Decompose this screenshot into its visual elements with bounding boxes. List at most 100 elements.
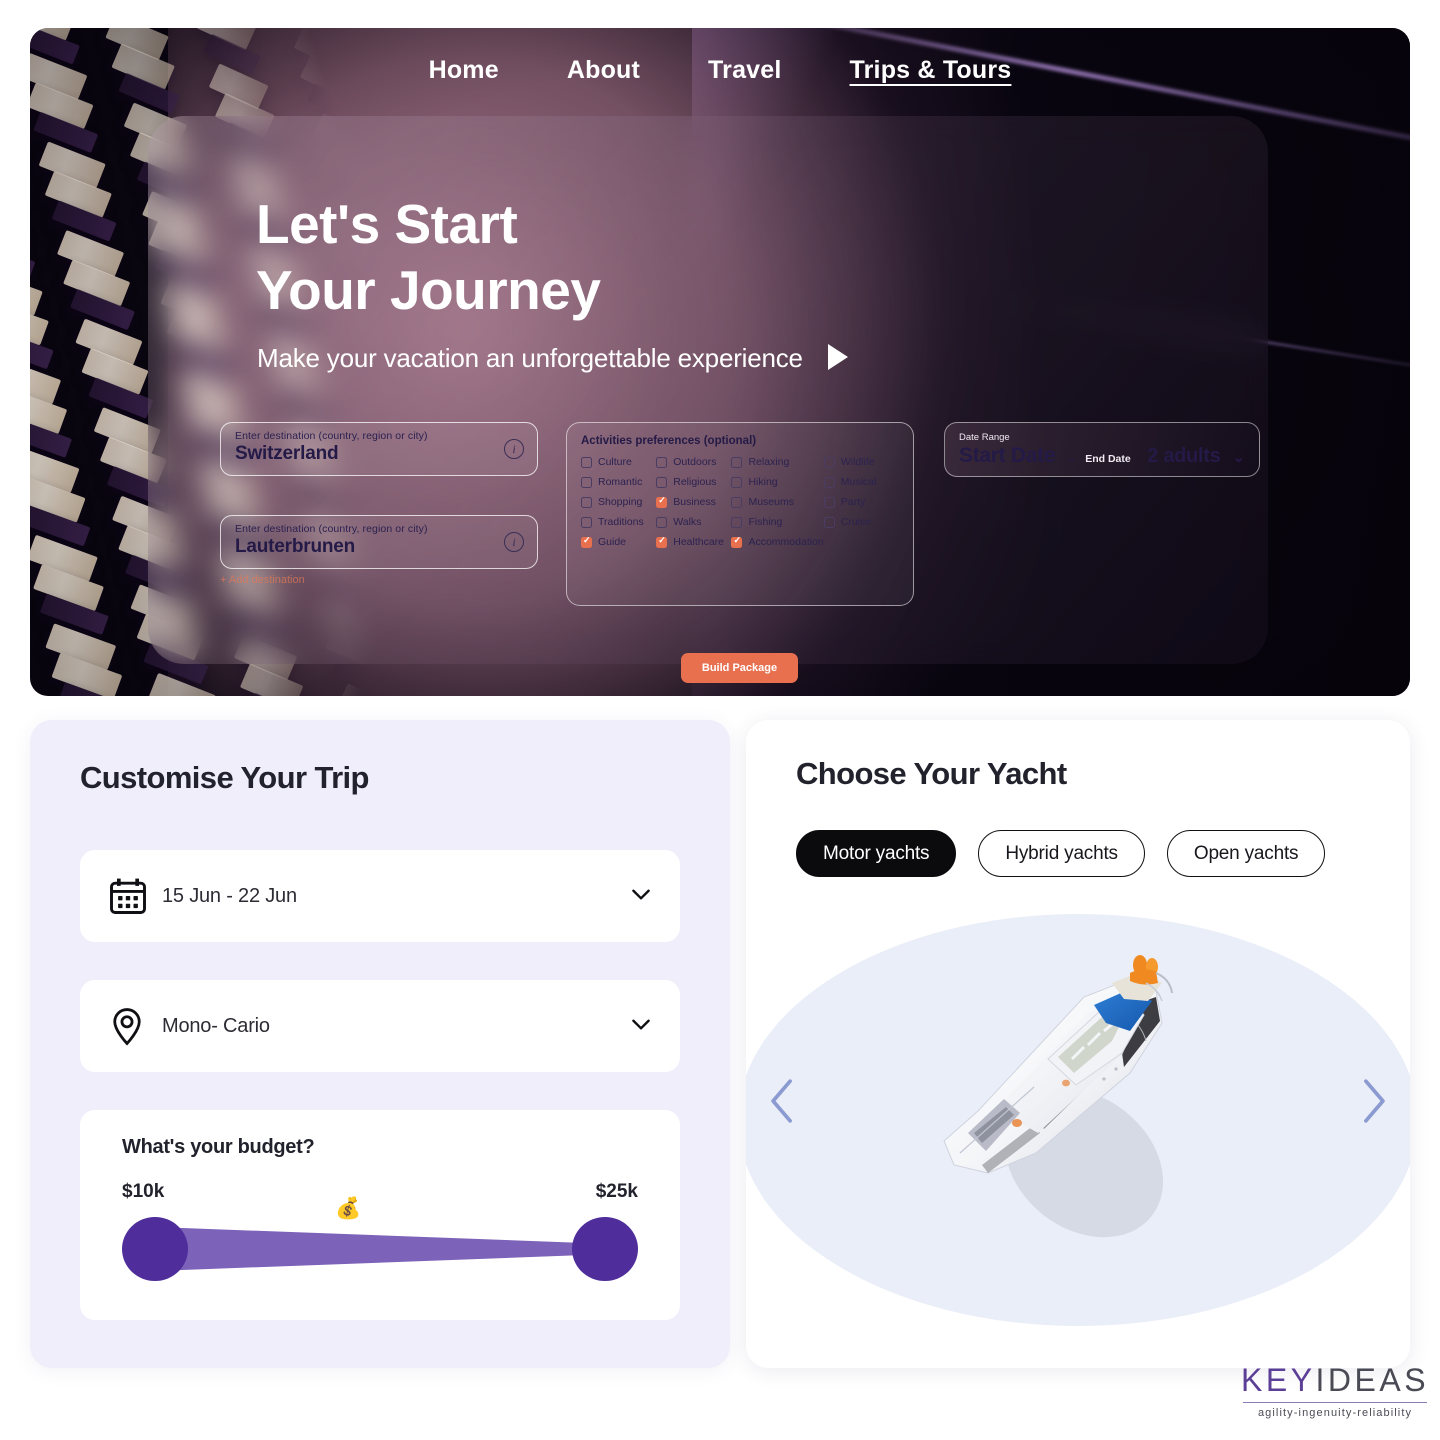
budget-min-label: $10k [122, 1181, 165, 1202]
choose-yacht-title: Choose Your Yacht [796, 756, 1067, 791]
checkbox-icon[interactable] [731, 476, 743, 488]
activity-option[interactable]: Hiking [731, 476, 823, 488]
activity-option[interactable]: Healthcare [656, 535, 731, 548]
destination-label-1: Enter destination (country, region or ci… [235, 430, 428, 442]
checkbox-icon[interactable] [581, 535, 592, 548]
activity-label: Relaxing [748, 456, 790, 468]
activity-label: Walks [673, 516, 702, 528]
activity-label: Traditions [598, 516, 644, 528]
info-icon[interactable]: i [504, 439, 524, 459]
nav-item-about[interactable]: About [567, 56, 640, 85]
activity-label: Museums [748, 496, 794, 508]
destination-field-2[interactable]: Enter destination (country, region or ci… [220, 515, 538, 569]
trip-location-field[interactable]: Mono- Cario [80, 980, 680, 1072]
checkbox-icon[interactable] [731, 516, 743, 528]
calendar-icon [106, 874, 152, 918]
end-date-value[interactable]: End Date [1085, 453, 1131, 465]
logo-tagline: agility-ingenuity-reliability [1257, 1407, 1413, 1419]
slider-handle-max[interactable] [572, 1217, 638, 1281]
hero-banner: Home About Travel Trips & Tours Let's St… [30, 28, 1410, 696]
activity-label: Cruise [840, 516, 872, 528]
checkbox-icon[interactable] [731, 496, 743, 508]
checkbox-icon[interactable] [731, 456, 743, 468]
customise-trip-title: Customise Your Trip [80, 760, 370, 795]
activity-label: Romantic [598, 476, 643, 488]
budget-slider[interactable]: 💰 [122, 1197, 638, 1289]
info-icon[interactable]: i [504, 532, 524, 552]
checkbox-icon[interactable] [656, 516, 668, 528]
trip-date-field[interactable]: 15 Jun - 22 Jun [80, 850, 680, 942]
money-bag-icon: 💰 [335, 1197, 362, 1220]
checkbox-icon[interactable] [823, 516, 835, 528]
activity-label: Outdoors [673, 456, 717, 468]
activity-option[interactable]: Culture [581, 456, 656, 468]
activity-label: Party [840, 496, 866, 508]
logo-wordmark: KEYIDEAS [1241, 1362, 1429, 1399]
activity-option[interactable]: Traditions [581, 516, 656, 528]
checkbox-icon[interactable] [656, 476, 668, 488]
activity-option[interactable]: Relaxing [731, 456, 823, 468]
activity-label: Wildlife [840, 456, 875, 468]
activity-label: Culture [598, 456, 632, 468]
nav-item-home[interactable]: Home [429, 56, 499, 85]
activity-label: Fishing [748, 516, 783, 528]
activity-option[interactable]: Musical [823, 476, 899, 488]
activity-option[interactable]: Wildlife [823, 456, 899, 468]
keyideas-logo: KEYIDEAS agility-ingenuity-reliability [1241, 1362, 1429, 1419]
play-icon[interactable] [828, 344, 848, 370]
destination-field-1[interactable]: Enter destination (country, region or ci… [220, 422, 538, 476]
start-date-value[interactable]: Start Date [959, 444, 1056, 468]
destination-value-1: Switzerland [235, 443, 339, 464]
checkbox-icon[interactable] [581, 516, 592, 528]
checkbox-icon[interactable] [656, 456, 668, 468]
activity-option[interactable]: Accommodation [731, 535, 824, 548]
tab-motor-yachts[interactable]: Motor yachts [796, 830, 957, 877]
activity-option[interactable]: Walks [656, 516, 731, 528]
activity-option[interactable]: Guide [581, 535, 656, 548]
checkbox-icon[interactable] [823, 476, 835, 488]
checkbox-icon[interactable] [823, 496, 835, 508]
destination-value-2: Lauterbrunen [235, 536, 356, 557]
activity-option[interactable]: Business [656, 495, 731, 508]
nav-item-trips-tours[interactable]: Trips & Tours [850, 56, 1012, 85]
chevron-right-icon[interactable] [1356, 1074, 1390, 1128]
checkbox-icon[interactable] [581, 496, 592, 508]
chevron-down-icon[interactable] [628, 1011, 654, 1042]
activity-option[interactable]: Shopping [581, 496, 656, 508]
checkbox-icon[interactable] [731, 535, 743, 548]
chevron-down-icon[interactable]: ⌄ [1232, 448, 1245, 466]
tab-hybrid-yachts[interactable]: Hybrid yachts [978, 830, 1145, 877]
activity-label: Healthcare [673, 536, 725, 548]
activity-option[interactable]: Museums [731, 496, 823, 508]
chevron-down-icon[interactable] [628, 881, 654, 912]
chevron-left-icon[interactable] [766, 1074, 800, 1128]
slider-track [156, 1227, 604, 1271]
activity-option[interactable]: Romantic [581, 476, 656, 488]
activity-label: Hiking [748, 476, 778, 488]
choose-yacht-card: Choose Your Yacht Motor yachts Hybrid ya… [746, 720, 1410, 1368]
budget-section: What's your budget? $10k $25k 💰 [80, 1110, 680, 1320]
activity-option[interactable]: Fishing [731, 516, 823, 528]
activity-option[interactable]: Religious [656, 476, 731, 488]
activity-option[interactable]: Party [823, 496, 899, 508]
activities-title: Activities preferences (optional) [581, 435, 757, 447]
checkbox-icon[interactable] [823, 456, 835, 468]
logo-part-key: KEY [1241, 1362, 1316, 1398]
slider-handle-min[interactable] [122, 1217, 188, 1281]
activity-option[interactable]: Outdoors [656, 456, 731, 468]
checkbox-icon[interactable] [581, 456, 592, 468]
activity-option[interactable]: Cruise [823, 516, 899, 528]
checkbox-icon[interactable] [656, 535, 668, 548]
nav-item-travel[interactable]: Travel [708, 56, 781, 85]
build-package-button[interactable]: Build Package [681, 653, 798, 683]
map-pin-icon [106, 1005, 152, 1047]
checkbox-icon[interactable] [656, 495, 668, 508]
activity-label: Guide [598, 536, 627, 548]
date-range-field[interactable]: Date Range Start Date → End Date 2 adult… [944, 422, 1260, 477]
guest-count[interactable]: 2 adults [1147, 445, 1220, 468]
checkbox-icon[interactable] [581, 476, 592, 488]
tab-open-yachts[interactable]: Open yachts [1166, 830, 1326, 877]
add-destination-link[interactable]: + Add destination [220, 574, 305, 586]
destination-label-2: Enter destination (country, region or ci… [235, 523, 428, 535]
yacht-image [943, 955, 1173, 1238]
